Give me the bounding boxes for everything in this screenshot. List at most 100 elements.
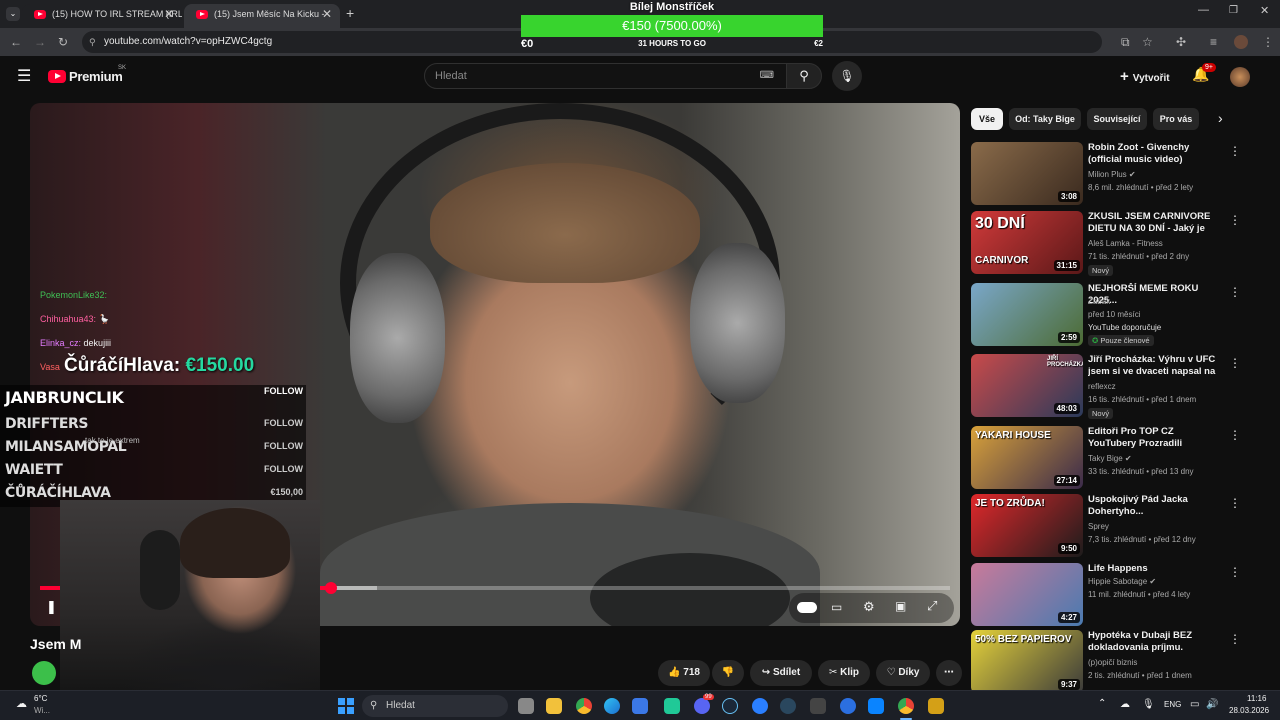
chip-related[interactable]: Související <box>1087 108 1147 130</box>
store-icon[interactable] <box>632 698 648 714</box>
more-options-icon[interactable]: ⋮ <box>1229 144 1241 158</box>
cast-icon[interactable]: ⧉ <box>1121 28 1130 56</box>
thanks-button[interactable]: ♡ Díky <box>876 660 930 686</box>
subtitles-icon[interactable]: ▭ <box>831 600 842 614</box>
more-options-icon[interactable]: ⋮ <box>1229 428 1241 442</box>
settings-gear-icon[interactable]: ⚙ <box>863 599 875 615</box>
dislike-button[interactable]: 👎 <box>712 660 744 686</box>
browser-menu-icon[interactable]: ⋮ <box>1262 28 1274 56</box>
steam2-icon[interactable] <box>780 698 796 714</box>
search-input[interactable]: Hledat ⌨ <box>424 63 787 89</box>
tray-app-icon[interactable]: ☁ <box>1120 699 1130 710</box>
recommendation-channel[interactable]: Aleš Lamka - Fitness <box>1088 239 1163 248</box>
recommendation-item[interactable]: 30 DNÍ CARNIVOR 31:15 ZKUSIL JSEM CARNIVORE… <box>971 211 1241 276</box>
recommendation-channel[interactable]: reflexcz <box>1088 382 1116 391</box>
app2-icon[interactable] <box>752 698 768 714</box>
tab-list-button[interactable]: ⌄ <box>6 7 20 21</box>
recommendation-title[interactable]: ZKUSIL JSEM CARNIVORE DIETU NA 30 DNÍ - … <box>1088 211 1218 235</box>
recommendation-channel[interactable]: Taky Bige ✔ <box>1088 454 1132 463</box>
language-indicator[interactable]: ENG <box>1164 700 1181 709</box>
like-button[interactable]: 👍 718 <box>658 660 710 686</box>
site-info-icon[interactable]: ⚲ <box>89 31 96 53</box>
app5-icon[interactable] <box>868 698 884 714</box>
more-options-icon[interactable]: ⋮ <box>1229 496 1241 510</box>
chip-all[interactable]: Vše <box>971 108 1003 130</box>
recommendation-title[interactable]: Jiří Procházka: Výhru v UFC jsem si ve d… <box>1088 354 1218 378</box>
more-options-icon[interactable]: ⋮ <box>1229 565 1241 579</box>
more-options-icon[interactable]: ⋮ <box>1229 213 1241 227</box>
recommendation-channel[interactable]: (p)opičí biznis <box>1088 658 1137 667</box>
video-thumbnail[interactable]: YAKARI HOUSE 27:14 <box>971 426 1083 489</box>
video-thumbnail[interactable]: 30 DNÍ CARNIVOR 31:15 <box>971 211 1083 274</box>
hamburger-menu-icon[interactable]: ☰ <box>17 66 31 86</box>
taskbar-search[interactable]: ⚲ Hledat <box>362 695 508 717</box>
maximize-icon[interactable]: ❐ <box>1229 5 1238 16</box>
notifications-button[interactable]: 🔔 9+ <box>1192 63 1216 83</box>
chip-for-you[interactable]: Pro vás <box>1153 108 1199 130</box>
recommendation-item[interactable]: JIŘÍ PROCHÁZKA 48:03 Jiří Procházka: Výhru… <box>971 354 1241 419</box>
recommendation-item[interactable]: JE TO ZRŮDA! 9:50 Uspokojivý Pád Jacka Doh… <box>971 494 1241 558</box>
chips-next-chevron-icon[interactable]: › <box>1218 110 1223 126</box>
tab-how-to-irl-stream[interactable]: (15) HOW TO IRL STREAM (IRL ✕ <box>22 4 182 28</box>
account-avatar[interactable] <box>1230 67 1250 87</box>
bookmark-star-icon[interactable]: ☆ <box>1142 28 1153 56</box>
profile-avatar[interactable] <box>1234 35 1248 49</box>
minimize-icon[interactable]: — <box>1198 4 1209 16</box>
search-button[interactable]: ⚲ <box>786 63 822 89</box>
recommendation-title[interactable]: Robin Zoot - Givenchy (official music vi… <box>1088 142 1218 166</box>
close-tab-icon[interactable]: ✕ <box>322 4 332 24</box>
channel-avatar[interactable] <box>32 661 56 685</box>
tray-mic-icon[interactable]: 🎙 <box>1142 699 1155 710</box>
video-thumbnail[interactable]: 2:59 <box>971 283 1083 346</box>
app3-icon[interactable] <box>810 698 826 714</box>
discord-icon[interactable] <box>694 698 710 714</box>
chrome-icon[interactable] <box>576 698 592 714</box>
app-icon[interactable] <box>664 698 680 714</box>
video-thumbnail[interactable]: 4:27 <box>971 563 1083 626</box>
more-options-icon[interactable]: ⋮ <box>1229 632 1241 646</box>
task-view-icon[interactable] <box>518 698 534 714</box>
clock-date[interactable]: 28.03.2026 <box>1229 706 1269 715</box>
file-explorer-icon[interactable] <box>546 698 562 714</box>
keyboard-icon[interactable]: ⌨ <box>760 64 774 88</box>
more-options-icon[interactable]: ⋮ <box>1229 285 1241 299</box>
network-icon[interactable]: ▭ <box>1190 699 1199 710</box>
tab-jsem-mesic-na-kicku[interactable]: (15) Jsem Měsíc Na Kicku - ✕ <box>184 4 340 28</box>
app6-icon[interactable] <box>928 698 944 714</box>
edge-icon[interactable] <box>604 698 620 714</box>
voice-search-button[interactable]: 🎙 <box>832 61 862 91</box>
recommendation-title[interactable]: Life Happens <box>1088 563 1218 575</box>
clock-time[interactable]: 11:16 <box>1247 694 1266 703</box>
video-thumbnail[interactable]: JE TO ZRŮDA! 9:50 <box>971 494 1083 557</box>
more-actions-button[interactable]: ⋯ <box>936 660 962 686</box>
recommendation-channel[interactable]: Sprey <box>1088 522 1109 531</box>
video-thumbnail[interactable]: 3:08 <box>971 142 1083 205</box>
weather-widget[interactable]: ☁ 6°C Wi... <box>16 694 76 718</box>
steam-icon[interactable] <box>722 698 738 714</box>
reload-icon[interactable]: ↻ <box>58 28 68 56</box>
recommendation-channel[interactable]: Žabák <box>1088 297 1110 306</box>
chip-from-channel[interactable]: Od: Taky Bige <box>1009 108 1081 130</box>
more-options-icon[interactable]: ⋮ <box>1229 356 1241 370</box>
recommendation-channel[interactable]: Hippie Sabotage ✔ <box>1088 577 1156 586</box>
start-button[interactable] <box>338 698 354 714</box>
recommendation-item[interactable]: 50% BEZ PAPIEROV 9:37 Hypotéka v Dubaji BE… <box>971 630 1241 694</box>
close-window-icon[interactable]: ✕ <box>1260 4 1269 17</box>
recommendation-title[interactable]: Uspokojivý Pád Jacka Dohertyho... <box>1088 494 1218 518</box>
fullscreen-icon[interactable]: ⤢ <box>927 598 937 614</box>
recommendation-title[interactable]: Editoři Pro TOP CZ YouTubery Prozradili … <box>1088 426 1218 450</box>
volume-icon[interactable]: 🔊 <box>1206 699 1218 710</box>
extensions-icon[interactable]: ✣ <box>1176 28 1186 56</box>
recommendation-item[interactable]: 2:59 NEJHORŠÍ MEME ROKU 2025... Žabák před … <box>971 283 1241 347</box>
tray-chevron-icon[interactable]: ⌃ <box>1098 698 1106 709</box>
video-thumbnail[interactable]: JIŘÍ PROCHÁZKA 48:03 <box>971 354 1083 417</box>
video-thumbnail[interactable]: 50% BEZ PAPIEROV 9:37 <box>971 630 1083 693</box>
app4-icon[interactable] <box>840 698 856 714</box>
share-button[interactable]: ↪ Sdílet <box>750 660 812 686</box>
recommendation-item[interactable]: YAKARI HOUSE 27:14 Editoři Pro TOP CZ YouT… <box>971 426 1241 490</box>
close-tab-icon[interactable]: ✕ <box>164 4 174 24</box>
chrome-active-icon[interactable] <box>898 698 914 714</box>
back-icon[interactable]: ← <box>10 28 22 56</box>
youtube-premium-logo[interactable]: Premium SK <box>48 65 138 85</box>
recommendation-title[interactable]: Hypotéka v Dubaji BEZ dokladovania príjm… <box>1088 630 1218 654</box>
